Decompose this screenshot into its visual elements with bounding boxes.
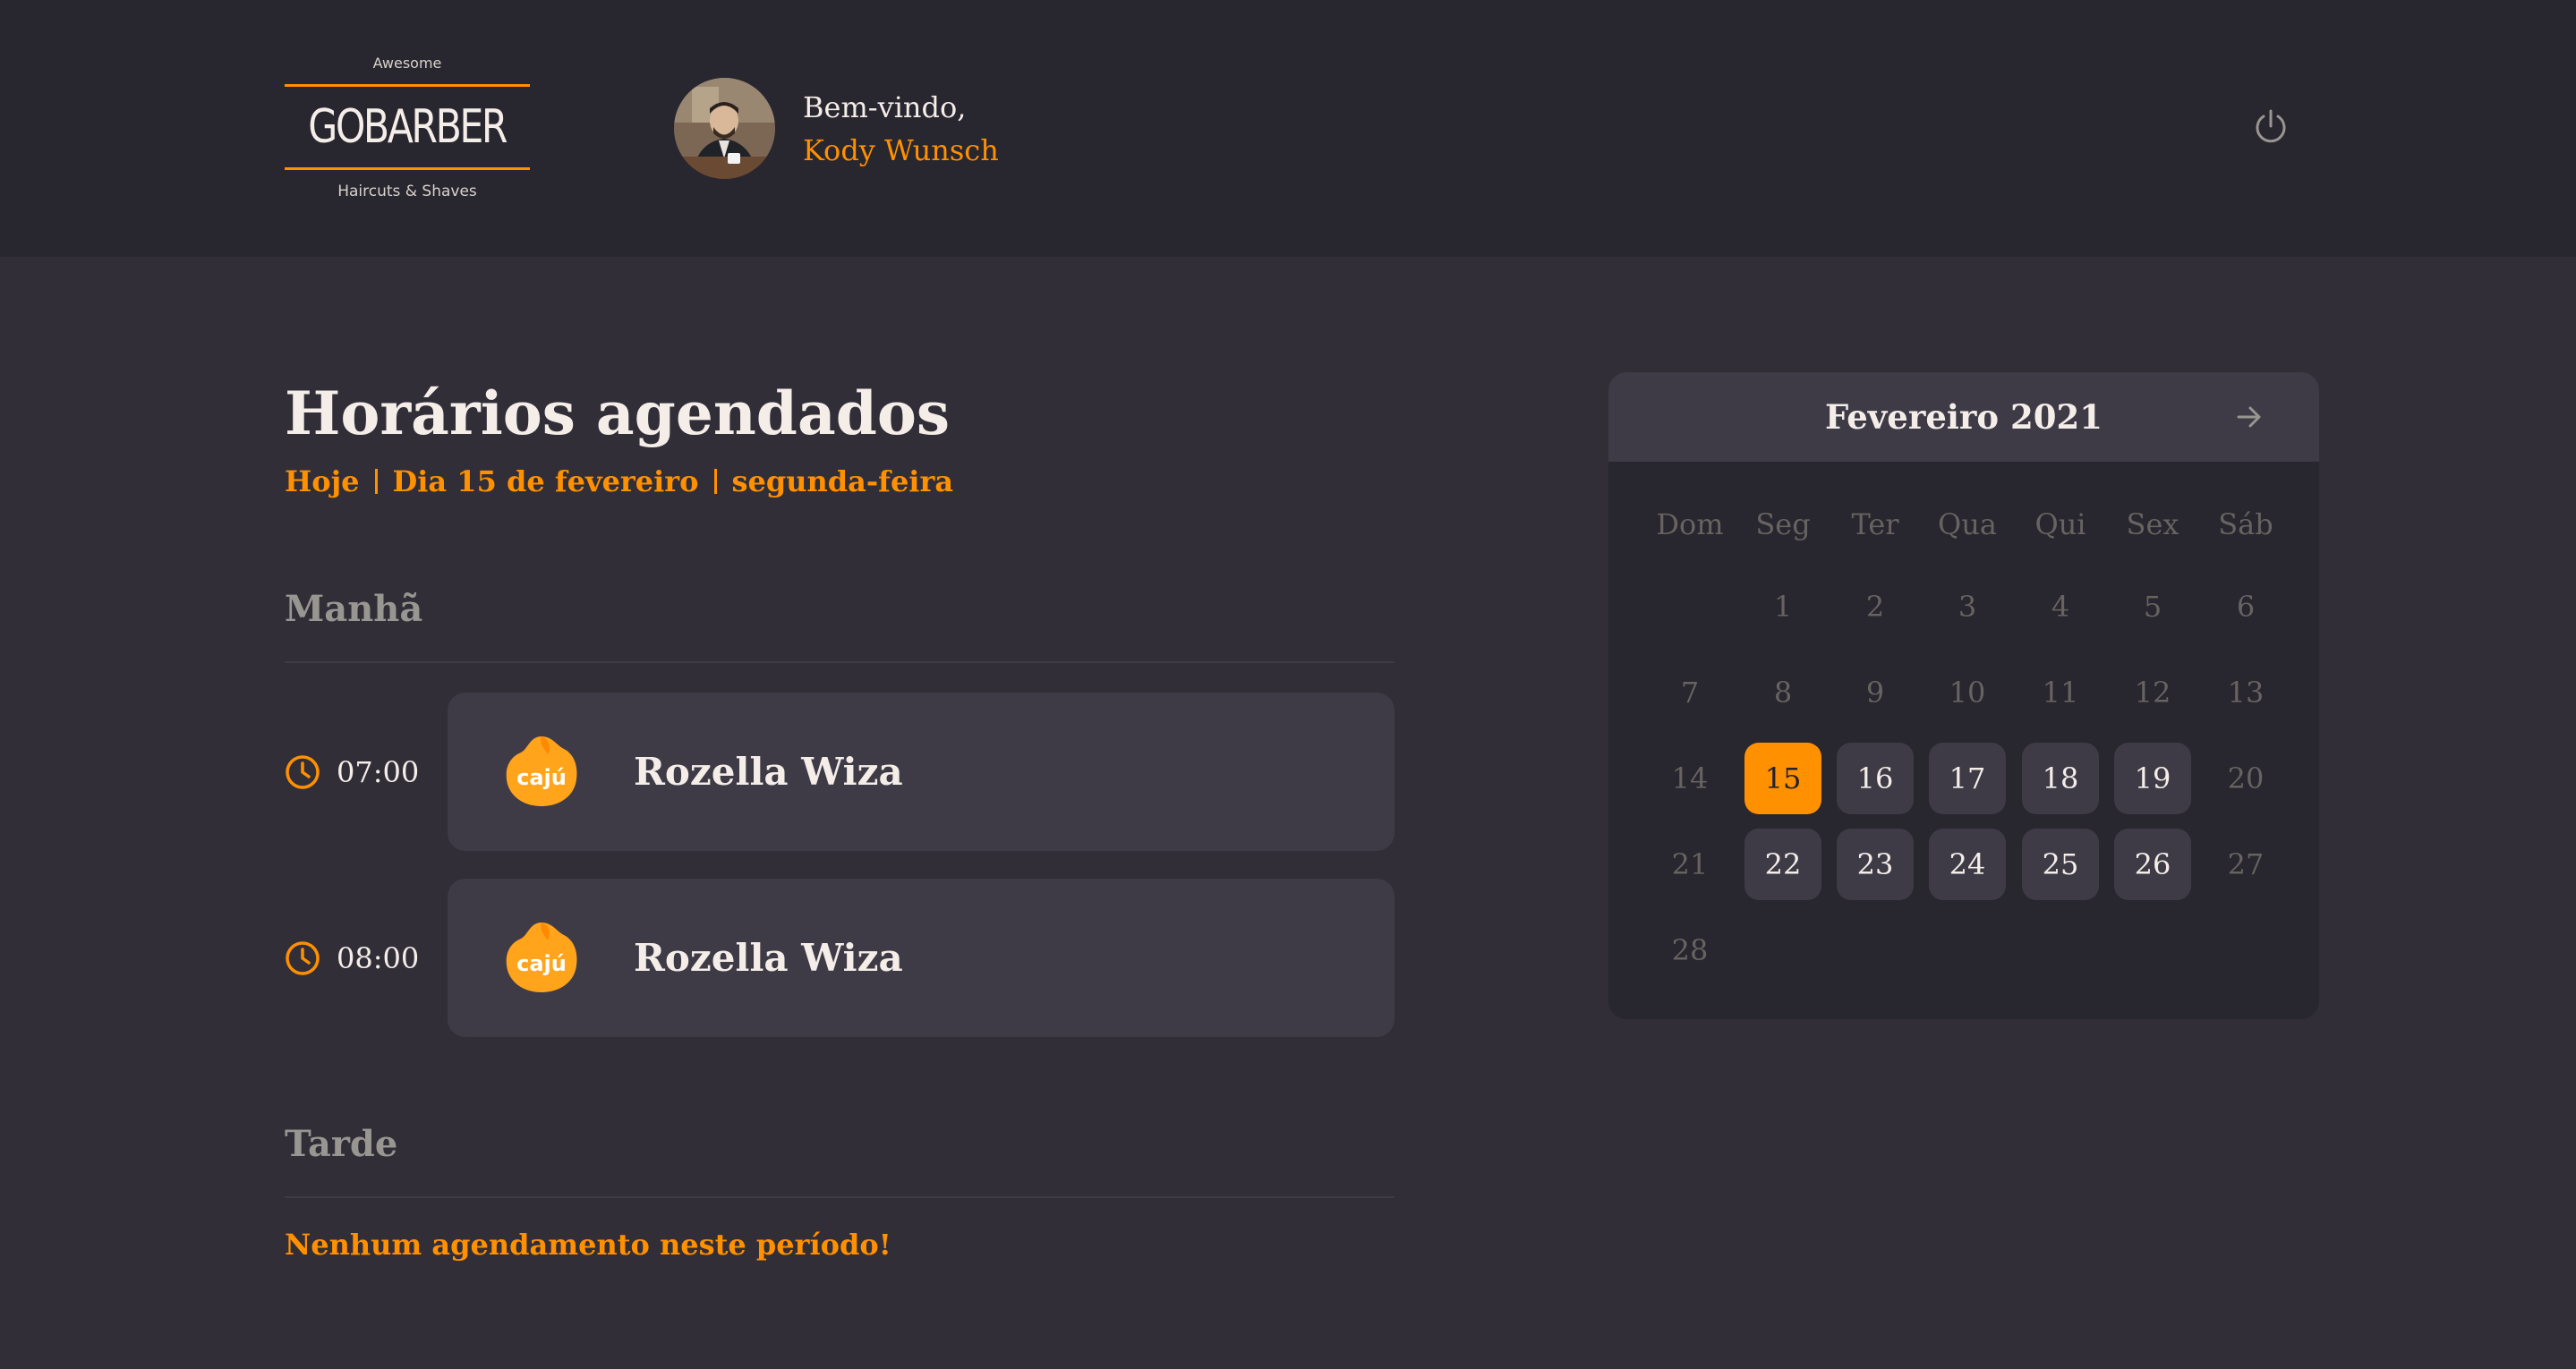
weekday-label: Qua	[1938, 507, 1997, 541]
greeting: Bem-vindo, Kody Wunsch	[803, 86, 999, 172]
clock-icon	[286, 754, 320, 789]
date-label: Dia 15 de fevereiro	[392, 464, 699, 498]
logo-rule-bottom	[285, 167, 530, 170]
today-label: Hoje	[285, 464, 360, 498]
calendar-day: 27	[2227, 847, 2265, 881]
weekday-label: segunda-feira	[731, 464, 954, 498]
client-avatar-text: cajú	[516, 765, 567, 790]
appointment-card[interactable]: cajú Rozella Wiza	[448, 693, 1395, 851]
appointment-time-text: 08:00	[337, 940, 420, 975]
header: Awesome GOBARBER Haircuts & Shaves Bem-v…	[0, 0, 2576, 257]
client-avatar: cajú	[506, 923, 577, 992]
calendar-day-selected[interactable]: 15	[1744, 743, 1821, 814]
calendar-day: 3	[1958, 590, 1977, 624]
calendar-day: 12	[2134, 676, 2171, 710]
calendar-day: 10	[1949, 676, 1986, 710]
calendar-day[interactable]: 18	[2022, 743, 2099, 814]
calendar-day: 14	[1671, 761, 1709, 795]
weekday-label: Sex	[2126, 507, 2179, 541]
weekday-label: Sáb	[2218, 507, 2273, 541]
weekday-label: Ter	[1851, 507, 1899, 541]
calendar-day: 8	[1773, 676, 1793, 710]
subtitle-separator	[713, 469, 717, 494]
calendar-day: 21	[1671, 847, 1709, 881]
clock-icon	[286, 940, 320, 975]
calendar-day[interactable]: 16	[1837, 743, 1914, 814]
calendar: Fevereiro 2021 Dom Seg Ter Qua Qui Sex Sáb 1 2 3 4…	[1608, 372, 2319, 1019]
calendar-day: 9	[1865, 676, 1885, 710]
logo-rule-top	[285, 84, 530, 87]
appointment-card[interactable]: cajú Rozella Wiza	[448, 879, 1395, 1037]
logo-top-text: Awesome	[372, 55, 442, 72]
appointment-item[interactable]: 08:00 cajú Rozella Wiza	[285, 879, 1395, 1037]
next-month-button[interactable]	[2233, 401, 2265, 433]
weekday-label: Dom	[1656, 507, 1724, 541]
appointment-time: 08:00	[285, 879, 419, 1037]
calendar-day: 20	[2227, 761, 2265, 795]
gobarber-logo[interactable]: Awesome GOBARBER Haircuts & Shaves	[285, 52, 530, 206]
calendar-day[interactable]: 19	[2114, 743, 2191, 814]
client-name: Rozella Wiza	[634, 750, 903, 794]
calendar-day[interactable]: 25	[2022, 829, 2099, 900]
calendar-day[interactable]: 17	[1929, 743, 2006, 814]
appointment-time: 07:00	[285, 693, 419, 851]
morning-section-title: Manhã	[285, 588, 423, 630]
subtitle-separator	[374, 469, 378, 494]
calendar-day[interactable]: 23	[1837, 829, 1914, 900]
calendar-day: 2	[1865, 590, 1885, 624]
afternoon-section-divider	[285, 1196, 1395, 1198]
calendar-day: 5	[2143, 590, 2162, 624]
calendar-header: Fevereiro 2021	[1608, 372, 2319, 462]
calendar-day: 7	[1680, 676, 1700, 710]
morning-section-divider	[285, 661, 1395, 663]
calendar-day: 4	[2051, 590, 2070, 624]
user-name-link[interactable]: Kody Wunsch	[803, 129, 999, 172]
calendar-day[interactable]: 24	[1929, 829, 2006, 900]
avatar-photo	[674, 78, 775, 179]
client-avatar: cajú	[506, 736, 577, 806]
calendar-day: 6	[2236, 590, 2256, 624]
arrow-right-icon	[2237, 406, 2261, 428]
calendar-day: 28	[1671, 933, 1709, 967]
client-avatar-text: cajú	[516, 951, 567, 976]
date-subtitle: Hoje Dia 15 de fevereiro segunda-feira	[285, 464, 953, 498]
calendar-month-label: Fevereiro 2021	[1825, 397, 2103, 437]
logo-brand: GOBARBER	[308, 100, 508, 154]
appointment-time-text: 07:00	[337, 754, 420, 789]
calendar-day[interactable]: 26	[2114, 829, 2191, 900]
logout-button[interactable]	[2250, 106, 2291, 147]
client-name: Rozella Wiza	[634, 936, 903, 980]
afternoon-section-title: Tarde	[285, 1123, 398, 1165]
calendar-day[interactable]: 22	[1744, 829, 1821, 900]
weekday-label: Qui	[2034, 507, 2086, 541]
weekday-label: Seg	[1755, 507, 1811, 541]
empty-schedule-message: Nenhum agendamento neste período!	[285, 1228, 891, 1262]
page-title: Horários agendados	[285, 378, 951, 448]
user-avatar[interactable]	[674, 78, 775, 179]
power-icon	[2256, 109, 2286, 143]
calendar-day: 11	[2042, 676, 2079, 710]
welcome-text: Bem-vindo,	[803, 90, 967, 124]
calendar-day: 1	[1773, 590, 1793, 624]
calendar-day: 13	[2227, 676, 2265, 710]
appointment-item[interactable]: 07:00 cajú Rozella Wiza	[285, 693, 1395, 851]
logo-bottom-text: Haircuts & Shaves	[337, 183, 477, 200]
logo-brand-row: GOBARBER	[285, 96, 530, 158]
